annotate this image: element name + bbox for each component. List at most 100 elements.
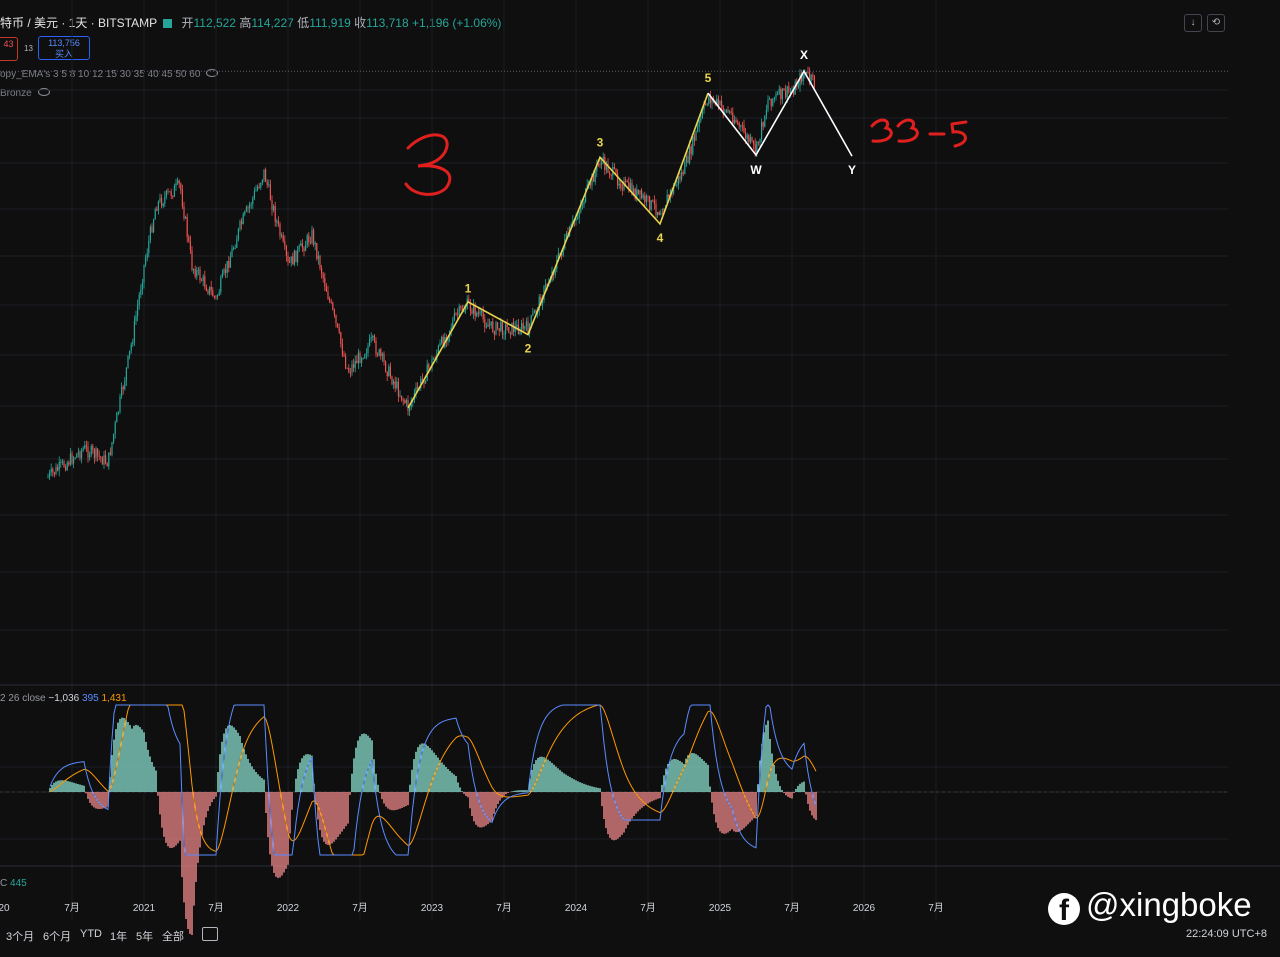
candle-body xyxy=(551,271,553,281)
candle-body xyxy=(769,98,771,100)
candle-body xyxy=(533,310,535,314)
candle-body xyxy=(375,340,377,355)
candle-body xyxy=(498,328,500,331)
candle-body xyxy=(98,455,100,457)
candle-body xyxy=(761,122,763,139)
candle-body xyxy=(149,227,151,241)
candle-body xyxy=(793,91,795,95)
candle-body xyxy=(402,399,404,401)
candle-body xyxy=(109,452,111,455)
candle-body xyxy=(57,467,59,471)
candle-body xyxy=(188,236,190,242)
candle-body xyxy=(265,169,267,182)
candle-body xyxy=(719,100,721,106)
candle-body xyxy=(681,172,683,180)
candle-body xyxy=(585,188,587,203)
range-3m-button[interactable]: 3个月 xyxy=(6,928,34,944)
candle-body xyxy=(409,407,411,411)
symbol-title[interactable]: 特币 / 美元 · 1天 · BITSTAMP xyxy=(0,16,157,30)
candle-body xyxy=(607,163,609,173)
candle-body xyxy=(84,445,86,449)
candle-body xyxy=(685,156,687,163)
candle-body xyxy=(285,246,287,256)
range-all-button[interactable]: 全部 xyxy=(162,928,184,944)
ema-indicator-legend[interactable]: opy_EMA's 3 5 8 10 12 15 30 35 40 45 50 … xyxy=(0,69,219,80)
candle-body xyxy=(602,157,604,162)
refresh-icon[interactable]: ⟲ xyxy=(1207,14,1225,32)
candle-body xyxy=(165,190,167,197)
candle-body xyxy=(117,411,119,413)
sell-button[interactable]: 43 xyxy=(0,37,18,61)
eye-icon[interactable] xyxy=(206,69,219,77)
candle-body xyxy=(717,98,719,106)
candle-body xyxy=(561,254,563,256)
range-5y-button[interactable]: 5年 xyxy=(136,928,153,944)
candle-body xyxy=(812,75,814,77)
wave-label-5: 5 xyxy=(705,71,712,85)
range-ytd-button[interactable]: YTD xyxy=(80,928,102,940)
candle-body xyxy=(453,313,455,320)
candle-body xyxy=(786,86,788,98)
candle-body xyxy=(317,256,319,259)
price-chart[interactable]: 1 2 3 4 5 W X Y 20 7月 2021 7月 2022 7月 2023 7月 2024 7月 202… xyxy=(0,0,1280,957)
candle-body xyxy=(295,250,297,263)
candle-body xyxy=(186,216,188,237)
chart-header: 特币 / 美元 · 1天 · BITSTAMP 开112,522 高114,22… xyxy=(0,14,501,31)
candle-body xyxy=(313,229,315,245)
candle-body xyxy=(146,253,148,259)
candle-body xyxy=(741,125,743,127)
candle-body xyxy=(484,319,486,328)
candle-body xyxy=(770,98,772,106)
candle-body xyxy=(381,353,383,357)
macd-legend[interactable]: 2 26 close −1,036 395 1,431 xyxy=(0,693,127,704)
candle-body xyxy=(676,184,678,186)
candle-body xyxy=(714,101,716,105)
candle-body xyxy=(172,195,174,197)
calendar-icon[interactable] xyxy=(202,927,218,941)
candle-body xyxy=(369,338,371,346)
candle-body xyxy=(121,386,123,397)
x-tick-label: 20 xyxy=(0,903,10,914)
candle-body xyxy=(372,335,374,338)
buy-button[interactable]: 113,756 买入 xyxy=(38,36,90,60)
candle-body xyxy=(700,117,702,121)
candle-body xyxy=(415,387,417,393)
watermark: f @xingboke xyxy=(1048,886,1252,927)
candle-body xyxy=(423,379,425,384)
candle-body xyxy=(660,213,662,215)
candle-body xyxy=(210,286,212,291)
candle-body xyxy=(271,200,273,211)
volume-legend[interactable]: C 445 xyxy=(0,878,27,889)
candle-body xyxy=(509,333,511,335)
candle-body xyxy=(661,213,663,215)
x-tick-label: 7月 xyxy=(928,902,944,914)
range-1y-button[interactable]: 1年 xyxy=(110,928,127,944)
candle-body xyxy=(407,399,409,411)
candle-body xyxy=(337,323,339,328)
candle-body xyxy=(485,326,487,328)
candle-body xyxy=(463,310,465,313)
candle-body xyxy=(68,462,70,465)
candle-body xyxy=(796,81,798,87)
candle-body xyxy=(273,205,275,211)
candle-body xyxy=(557,253,559,261)
bronze-indicator-legend[interactable]: Bronze xyxy=(0,88,50,99)
candle-body xyxy=(677,176,679,185)
candle-body xyxy=(599,164,601,166)
range-6m-button[interactable]: 6个月 xyxy=(43,928,71,944)
candle-body xyxy=(647,195,649,197)
open-value: 112,522 xyxy=(193,16,236,30)
candle-body xyxy=(439,343,441,346)
candle-body xyxy=(321,268,323,274)
candle-body xyxy=(490,321,492,326)
eye-hidden-icon[interactable] xyxy=(37,88,50,96)
candle-body xyxy=(804,73,806,75)
candle-body xyxy=(266,181,268,185)
candle-body xyxy=(628,182,630,191)
candle-body xyxy=(378,349,380,356)
arrow-down-icon[interactable]: ↓ xyxy=(1184,14,1202,32)
wave-label-2: 2 xyxy=(525,342,532,356)
candle-body xyxy=(461,307,463,313)
candle-body xyxy=(666,194,668,206)
candle-body xyxy=(308,235,310,243)
